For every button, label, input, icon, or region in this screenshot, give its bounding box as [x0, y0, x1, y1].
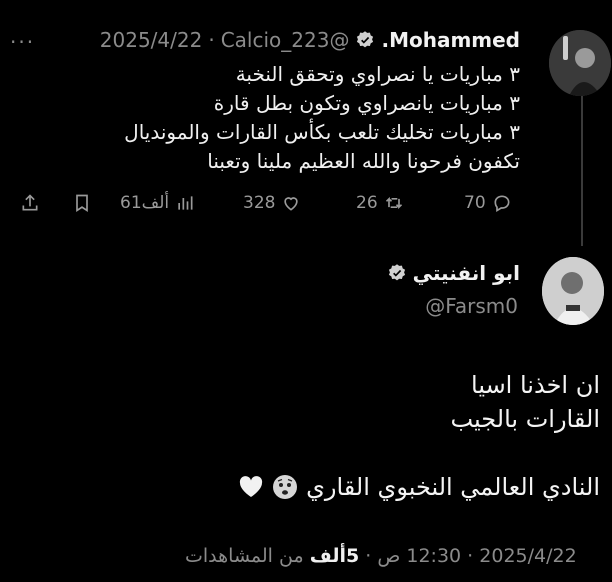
- tweet-author-avatar[interactable]: [549, 30, 611, 96]
- tweet-line: ٣ مباريات يا نصراوي وتحقق النخبة: [235, 62, 520, 86]
- reply-views-label: من المشاهدات: [185, 545, 304, 567]
- bookmark-button[interactable]: [72, 193, 92, 213]
- reply-line: ان اخذنا اسيا: [471, 371, 600, 399]
- reply-line: القارات بالجيب: [450, 405, 600, 433]
- white-heart-emoji-icon: [239, 476, 263, 497]
- like-count: 328: [243, 193, 276, 213]
- avatar-photo-icon: [549, 30, 611, 96]
- reply-count: 70: [464, 193, 486, 213]
- reply-final-line: النادي العالمي النخبوي القاري: [80, 470, 600, 504]
- anxious-face-emoji-icon: [273, 475, 298, 499]
- retweet-button[interactable]: 26: [356, 193, 404, 213]
- share-button[interactable]: [20, 193, 40, 213]
- tweet-line: تكفون فرحونا والله العظيم ملينا وتعبنا: [207, 149, 520, 173]
- share-icon: [22, 194, 38, 211]
- views-icon: [178, 196, 193, 210]
- author-name[interactable]: Mohammed.: [381, 28, 520, 52]
- reply-views-count[interactable]: 5ألف: [310, 545, 360, 567]
- tweet-action-bar: 70 26 328 61ألف: [0, 193, 612, 219]
- tweet-line: ٣ مباريات تخليك تلعب بكأس القارات والمون…: [124, 120, 520, 144]
- more-options-button[interactable]: ···: [10, 30, 35, 54]
- meta-dot: ·: [365, 545, 372, 567]
- like-button[interactable]: 328: [243, 193, 301, 213]
- reply-meta: 2025/4/22 · 12:30 ص · 5ألف من المشاهدات: [185, 545, 577, 567]
- tweet-line: ٣ مباريات يانصراوي وتكون بطل قارة: [213, 91, 520, 115]
- tweet-text: ٣ مباريات يا نصراوي وتحقق النخبة ٣ مباري…: [40, 60, 520, 176]
- heart-icon: [284, 197, 299, 211]
- reply-header: ابو انفنيتي: [387, 261, 520, 285]
- reply-author-avatar[interactable]: [542, 257, 604, 325]
- header-separator: ·: [208, 28, 215, 52]
- views-count: 61ألف: [120, 193, 170, 213]
- thread-connector-line: [581, 96, 583, 246]
- reply-spacer: [80, 436, 600, 470]
- reply-icon: [494, 195, 510, 212]
- reply-author-name[interactable]: ابو انفنيتي: [413, 261, 520, 285]
- reply-author-handle[interactable]: @Farsm0: [425, 294, 518, 318]
- tweet-date[interactable]: 2025/4/22: [100, 28, 203, 52]
- reply-time[interactable]: 12:30 ص: [377, 545, 461, 567]
- meta-dot: ·: [467, 545, 474, 567]
- verified-badge-icon: [357, 31, 374, 48]
- retweet-count: 26: [356, 193, 378, 213]
- avatar-photo-icon: [542, 257, 604, 325]
- reply-button[interactable]: 70: [464, 193, 512, 213]
- bookmark-icon: [76, 194, 88, 213]
- retweet-icon: [385, 196, 402, 210]
- verified-badge-icon: [388, 264, 405, 281]
- reply-final-text: النادي العالمي النخبوي القاري: [306, 473, 600, 501]
- reply-text: ان اخذنا اسيا القارات بالجيب النادي العا…: [80, 368, 600, 504]
- views-button[interactable]: 61ألف: [120, 193, 195, 213]
- author-handle[interactable]: @Calcio_223: [221, 28, 350, 52]
- tweet-header: Mohammed. @Calcio_223 · 2025/4/22: [100, 28, 520, 52]
- reply-date[interactable]: 2025/4/22: [479, 545, 576, 567]
